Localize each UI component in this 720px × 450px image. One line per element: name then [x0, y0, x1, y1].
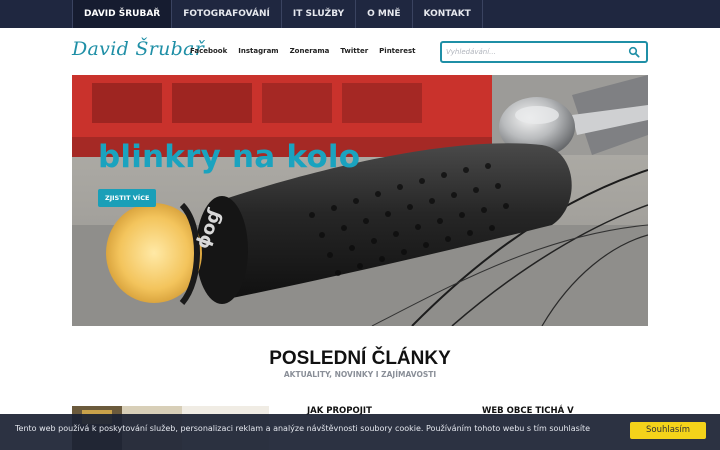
hero-slide: ɸoɠ blinkry na kolo ZJISTIT VÍCE — [72, 75, 648, 326]
cookie-consent-bar: Tento web používá k poskytování služeb, … — [0, 414, 720, 450]
nav-item-home[interactable]: DAVID ŠRUBAŘ — [72, 0, 173, 28]
site-logo[interactable]: David Šrubař — [72, 38, 204, 60]
nav-item-it-sluzby[interactable]: IT SLUŽBY — [282, 0, 357, 28]
hero-title[interactable]: blinkry na kolo — [98, 139, 360, 175]
nav-item-fotografovani[interactable]: FOTOGRAFOVÁNÍ — [172, 0, 282, 28]
section-title: POSLEDNÍ ČLÁNKY — [269, 348, 451, 369]
search-input[interactable] — [446, 45, 622, 59]
social-link-instagram[interactable]: Instagram — [238, 47, 278, 55]
nav-item-kontakt[interactable]: KONTAKT — [413, 0, 483, 28]
social-link-facebook[interactable]: Facebook — [190, 47, 227, 55]
nav-item-o-mne[interactable]: O MNĚ — [356, 0, 413, 28]
cookie-text: Tento web používá k poskytování služeb, … — [15, 424, 591, 433]
top-navigation-bar: DAVID ŠRUBAŘ FOTOGRAFOVÁNÍ IT SLUŽBY O M… — [0, 0, 720, 28]
hero-more-button[interactable]: ZJISTIT VÍCE — [98, 189, 157, 207]
social-links: Facebook Instagram Zonerama Twitter Pint… — [190, 47, 416, 55]
cookie-accept-button[interactable]: Souhlasím — [630, 422, 706, 439]
social-link-twitter[interactable]: Twitter — [340, 47, 368, 55]
search-icon[interactable] — [628, 46, 640, 58]
hero-image: ɸoɠ — [72, 75, 648, 326]
section-subtitle: AKTUALITY, NOVINKY I ZAJÍMAVOSTI — [283, 370, 437, 379]
social-link-pinterest[interactable]: Pinterest — [379, 47, 415, 55]
main-menu: DAVID ŠRUBAŘ FOTOGRAFOVÁNÍ IT SLUŽBY O M… — [72, 0, 483, 28]
search-box — [440, 41, 648, 63]
social-link-zonerama[interactable]: Zonerama — [290, 47, 330, 55]
